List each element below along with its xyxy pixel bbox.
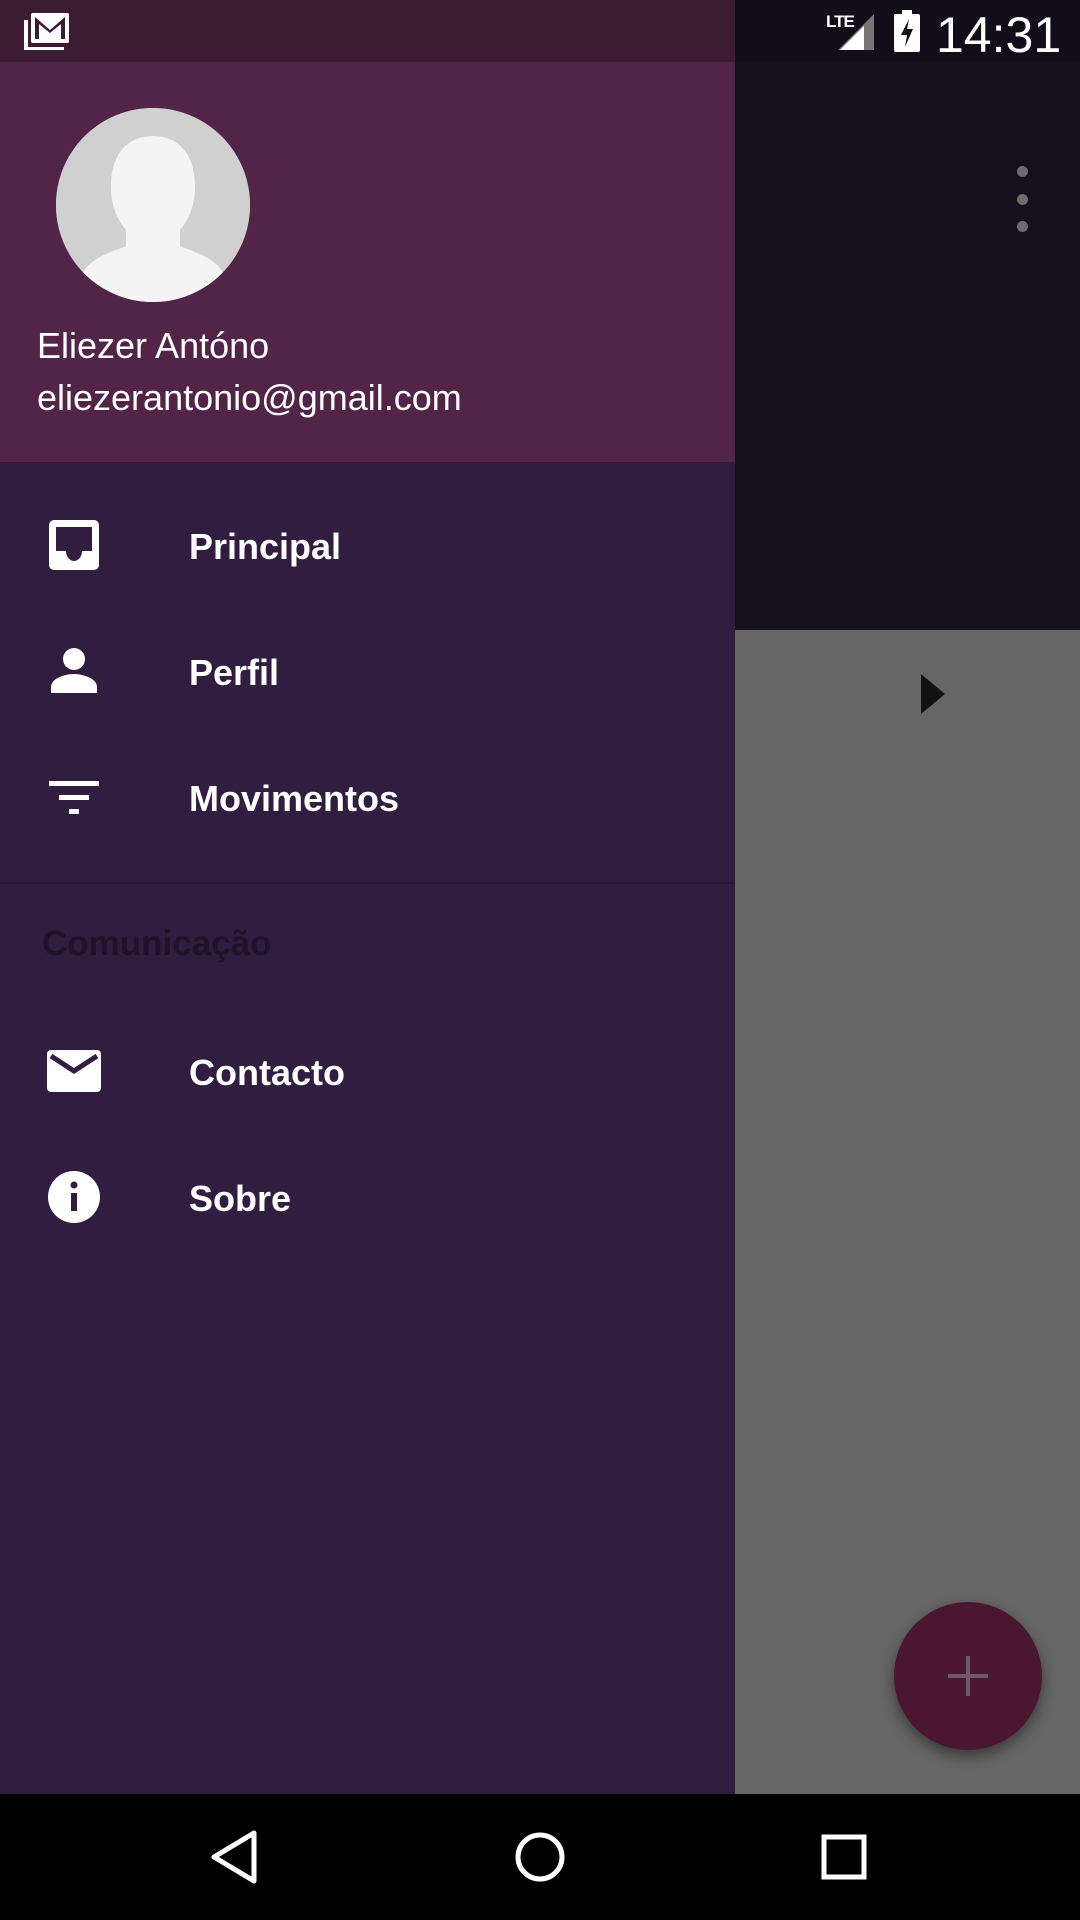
info-icon <box>48 1171 100 1223</box>
nav-label: Principal <box>189 526 342 567</box>
nav-label: Sobre <box>189 1178 292 1219</box>
nav-item-movimentos[interactable]: Movimentos <box>0 736 735 862</box>
nav-label: Movimentos <box>189 778 400 819</box>
nav-item-principal[interactable]: Principal <box>0 484 735 610</box>
person-icon <box>51 648 97 693</box>
status-clock: 14:31 <box>936 7 1062 63</box>
system-navigation-bar <box>0 1794 1080 1920</box>
recents-icon[interactable] <box>812 1825 876 1889</box>
drawer-divider <box>0 882 735 884</box>
back-icon[interactable] <box>204 1825 268 1889</box>
nav-item-sobre[interactable]: Sobre <box>0 1136 735 1262</box>
battery-charging-icon <box>894 10 920 52</box>
gmail-icon <box>24 13 69 50</box>
nav-item-perfil[interactable]: Perfil <box>0 610 735 736</box>
drawer-header: Eliezer Antóno eliezerantonio@gmail.com <box>0 62 735 462</box>
avatar-placeholder-icon <box>56 108 250 302</box>
plus-icon <box>948 1656 988 1696</box>
inbox-icon <box>49 520 99 570</box>
more-vert-icon[interactable] <box>1002 166 1042 232</box>
status-bar: LTE 14:31 <box>0 0 1080 63</box>
nav-label: Contacto <box>189 1052 345 1093</box>
arrow-right-icon[interactable] <box>921 674 945 714</box>
user-email: eliezerantonio@gmail.com <box>37 377 462 418</box>
filter-icon <box>49 781 99 814</box>
mail-icon <box>47 1050 101 1092</box>
signal-icon <box>838 14 874 50</box>
avatar[interactable] <box>56 108 250 302</box>
section-header: Comunicação <box>42 924 272 963</box>
nav-item-contacto[interactable]: Contacto <box>0 1010 735 1136</box>
nav-label: Perfil <box>189 652 280 693</box>
user-name: Eliezer Antóno <box>37 325 270 366</box>
add-fab-button[interactable] <box>894 1602 1042 1750</box>
navigation-drawer: Eliezer Antóno eliezerantonio@gmail.com … <box>0 62 735 1794</box>
home-icon[interactable] <box>508 1825 572 1889</box>
